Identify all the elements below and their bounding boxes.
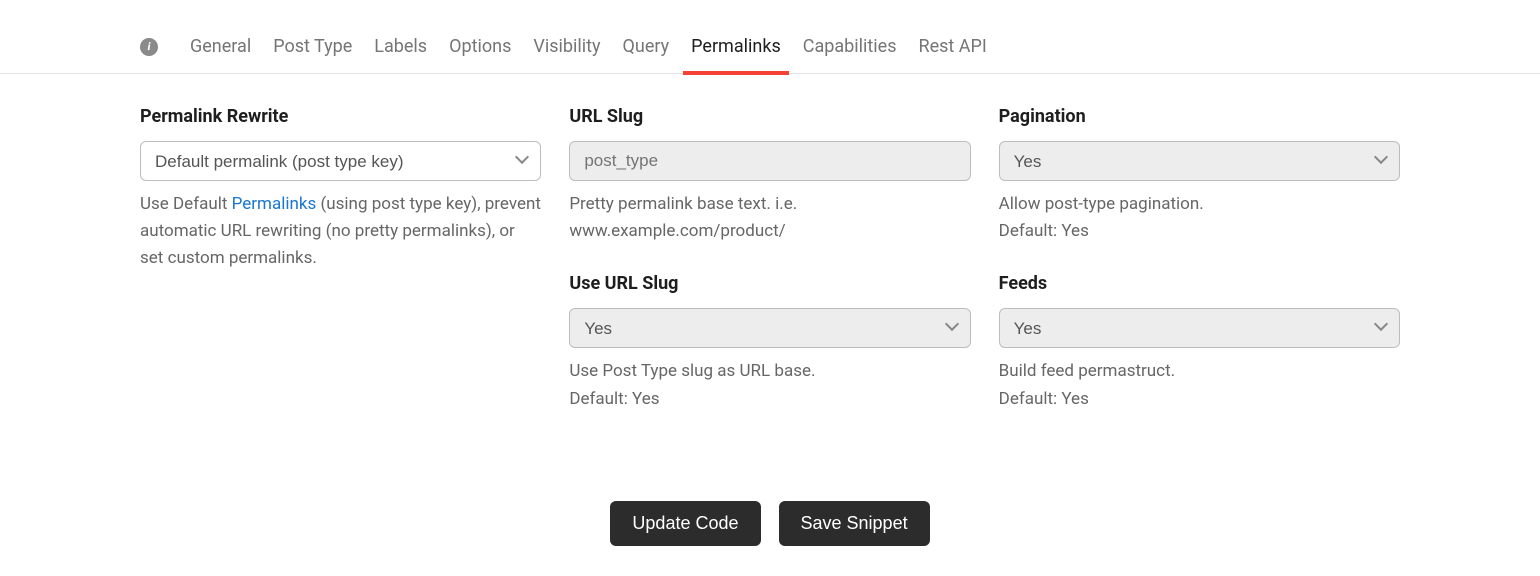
- tab-options[interactable]: Options: [447, 20, 513, 74]
- label-permalink-rewrite: Permalink Rewrite: [140, 106, 541, 127]
- tab-general[interactable]: General: [188, 20, 253, 74]
- help-feeds-default: Default: Yes: [999, 386, 1400, 413]
- select-wrap-permalink-rewrite: Default permalink (post type key): [140, 141, 541, 181]
- select-feeds[interactable]: Yes: [999, 308, 1400, 348]
- help-url-slug: Pretty permalink base text. i.e. www.exa…: [569, 191, 970, 245]
- select-wrap-use-url-slug: Yes: [569, 308, 970, 348]
- label-use-url-slug: Use URL Slug: [569, 273, 970, 294]
- input-url-slug[interactable]: [569, 141, 970, 181]
- field-url-slug: URL Slug Pretty permalink base text. i.e…: [569, 106, 970, 245]
- tab-rest-api[interactable]: Rest API: [917, 20, 989, 74]
- field-pagination: Pagination Yes Allow post-type paginatio…: [999, 106, 1400, 245]
- tab-bar: i General Post Type Labels Options Visib…: [0, 20, 1540, 74]
- field-permalink-rewrite: Permalink Rewrite Default permalink (pos…: [140, 106, 541, 273]
- help-text-pre: Use Default: [140, 194, 232, 214]
- save-snippet-button[interactable]: Save Snippet: [779, 501, 930, 546]
- select-permalink-rewrite[interactable]: Default permalink (post type key): [140, 141, 541, 181]
- label-feeds: Feeds: [999, 273, 1400, 294]
- label-pagination: Pagination: [999, 106, 1400, 127]
- help-permalink-rewrite: Use Default Permalinks (using post type …: [140, 191, 541, 273]
- tab-capabilities[interactable]: Capabilities: [801, 20, 899, 74]
- tab-query[interactable]: Query: [621, 20, 672, 74]
- tab-post-type[interactable]: Post Type: [271, 20, 354, 74]
- info-icon[interactable]: i: [140, 38, 158, 56]
- help-use-url-slug: Use Post Type slug as URL base. Default:…: [569, 358, 970, 412]
- label-url-slug: URL Slug: [569, 106, 970, 127]
- select-use-url-slug[interactable]: Yes: [569, 308, 970, 348]
- update-code-button[interactable]: Update Code: [610, 501, 760, 546]
- help-use-url-slug-text: Use Post Type slug as URL base.: [569, 358, 970, 385]
- help-pagination: Allow post-type pagination. Default: Yes: [999, 191, 1400, 245]
- select-wrap-pagination: Yes: [999, 141, 1400, 181]
- help-pagination-default: Default: Yes: [999, 218, 1400, 245]
- permalinks-link[interactable]: Permalinks: [232, 194, 317, 214]
- help-use-url-slug-default: Default: Yes: [569, 386, 970, 413]
- column-3: Pagination Yes Allow post-type paginatio…: [999, 106, 1400, 441]
- field-use-url-slug: Use URL Slug Yes Use Post Type slug as U…: [569, 273, 970, 412]
- help-feeds: Build feed permastruct. Default: Yes: [999, 358, 1400, 412]
- column-1: Permalink Rewrite Default permalink (pos…: [140, 106, 541, 441]
- tab-permalinks[interactable]: Permalinks: [689, 20, 783, 74]
- settings-content: Permalink Rewrite Default permalink (pos…: [0, 106, 1540, 441]
- select-pagination[interactable]: Yes: [999, 141, 1400, 181]
- action-bar: Update Code Save Snippet: [0, 501, 1540, 546]
- tab-labels[interactable]: Labels: [372, 20, 429, 74]
- tab-visibility[interactable]: Visibility: [531, 20, 602, 74]
- help-feeds-text: Build feed permastruct.: [999, 358, 1400, 385]
- field-feeds: Feeds Yes Build feed permastruct. Defaul…: [999, 273, 1400, 412]
- help-pagination-text: Allow post-type pagination.: [999, 191, 1400, 218]
- column-2: URL Slug Pretty permalink base text. i.e…: [569, 106, 970, 441]
- select-wrap-feeds: Yes: [999, 308, 1400, 348]
